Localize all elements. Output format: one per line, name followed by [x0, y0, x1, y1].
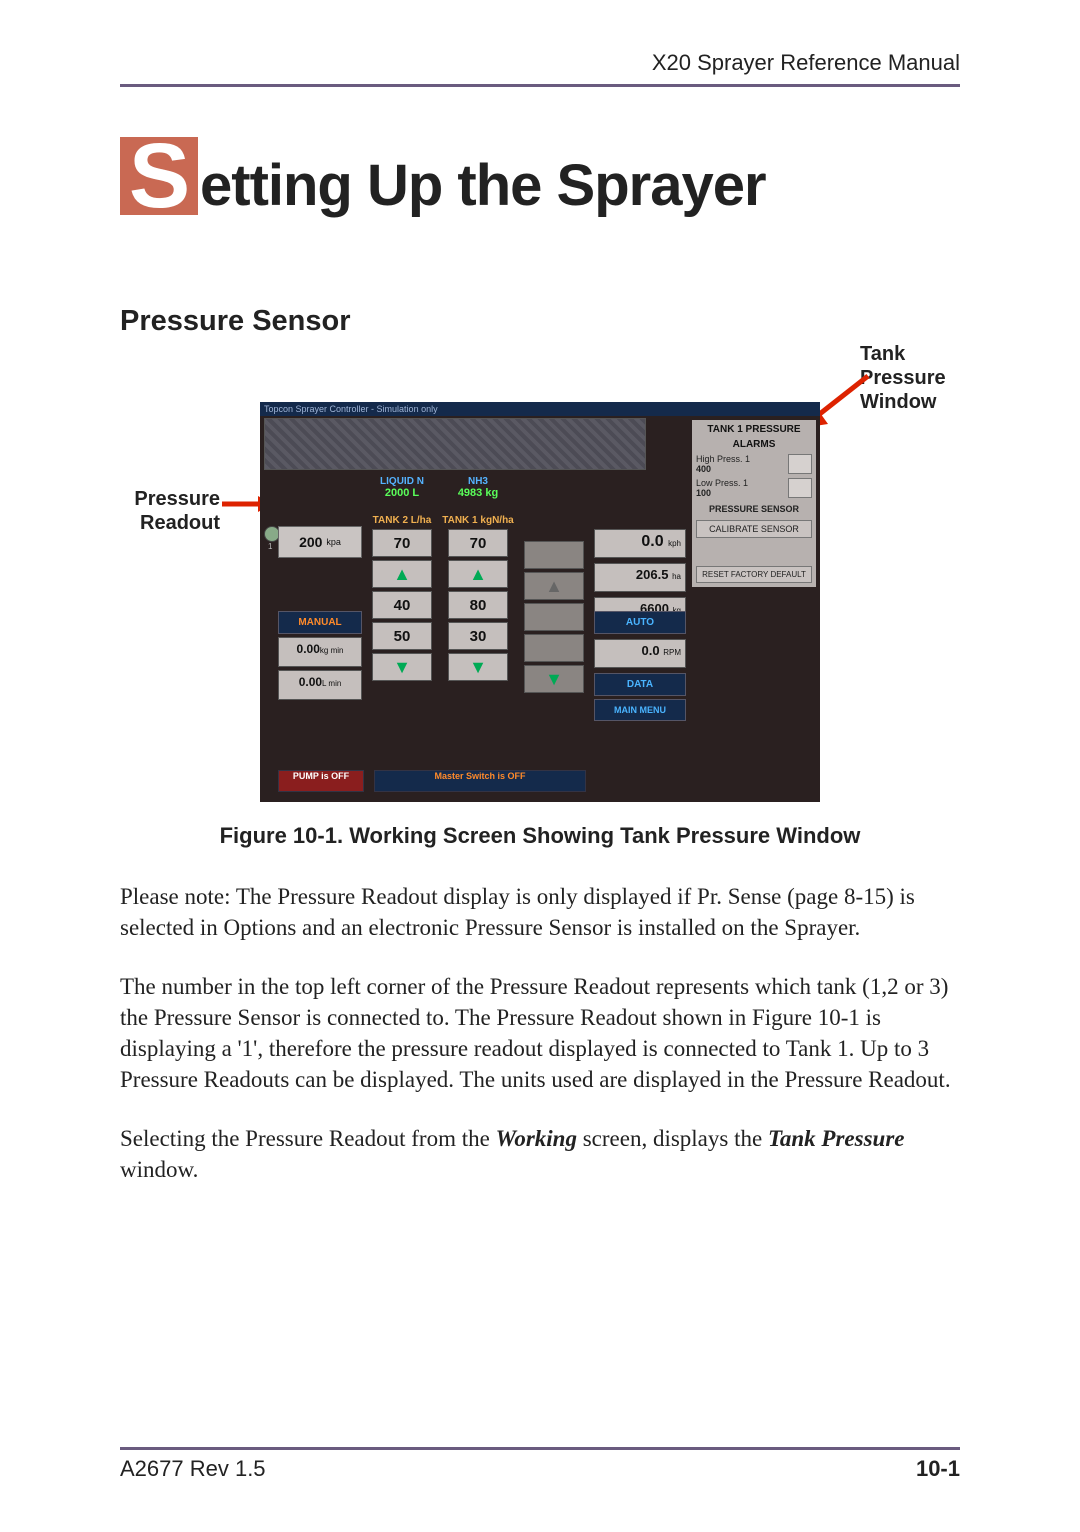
running-header: X20 Sprayer Reference Manual: [120, 50, 960, 87]
body-paragraph-1: Please note: The Pressure Readout displa…: [120, 881, 960, 943]
tank3-down-button: ▼: [524, 665, 584, 693]
tank1-rate-value[interactable]: 70: [448, 529, 508, 557]
data-button[interactable]: DATA: [594, 673, 686, 696]
tank1-inc2[interactable]: 30: [448, 622, 508, 650]
tank1-down-button[interactable]: ▼: [448, 653, 508, 681]
doc-revision: A2677 Rev 1.5: [120, 1456, 266, 1482]
figure-caption: Figure 10-1. Working Screen Showing Tank…: [120, 822, 960, 851]
tank2-inc2[interactable]: 50: [372, 622, 432, 650]
pump-status: PUMP is OFF: [278, 770, 364, 792]
page-footer: A2677 Rev 1.5 10-1: [120, 1447, 960, 1482]
tank2-down-button[interactable]: ▼: [372, 653, 432, 681]
tank2-rate-value[interactable]: 70: [372, 529, 432, 557]
sprayer-working-screen: Topcon Sprayer Controller - Simulation o…: [260, 402, 820, 802]
tank3-column-disabled: ▲ ▼: [518, 476, 590, 696]
flow-kg-min[interactable]: 0.00kg min: [278, 637, 362, 667]
pressure-readout-field[interactable]: 200 kpa: [278, 526, 362, 558]
callout-tank-pressure-window: Tank Pressure Window: [860, 342, 970, 414]
tank3-rate-value: [524, 541, 584, 569]
page-number: 10-1: [916, 1456, 960, 1482]
manual-button[interactable]: MANUAL: [278, 611, 362, 634]
chapter-title-rest: etting Up the Sprayer: [200, 153, 766, 218]
tank1-up-button[interactable]: ▲: [448, 560, 508, 588]
chapter-title: Setting Up the Sprayer: [120, 137, 960, 215]
panel-title-a: TANK 1 PRESSURE: [696, 424, 812, 435]
panel-title-b: ALARMS: [696, 439, 812, 450]
pressure-sensor-label: PRESSURE SENSOR: [696, 504, 812, 514]
right-controls: AUTO 0.0 RPM DATA MAIN MENU: [594, 608, 686, 724]
flow-l-min[interactable]: 0.00L min: [278, 670, 362, 700]
auto-button[interactable]: AUTO: [594, 611, 686, 634]
chapter-dropcap: S: [120, 137, 198, 215]
callout-pressure-readout: Pressure Readout: [110, 487, 220, 535]
tank1-column: NH3 4983 kg TANK 1 kgN/ha 70 ▲ 80 30 ▼: [442, 476, 514, 684]
tank3-up-button: ▲: [524, 572, 584, 600]
body-paragraph-3: Selecting the Pressure Readout from the …: [120, 1123, 960, 1185]
left-controls: MANUAL 0.00kg min 0.00L min: [278, 608, 362, 703]
main-menu-button[interactable]: MAIN MENU: [594, 699, 686, 721]
body-paragraph-2: The number in the top left corner of the…: [120, 971, 960, 1095]
figure-wrap: Pressure Readout Tank Pressure Window To…: [120, 352, 960, 792]
tank1-inc1[interactable]: 80: [448, 591, 508, 619]
boom-sections-off-icon: [264, 418, 646, 470]
reset-factory-default-button[interactable]: RESET FACTORY DEFAULT: [696, 566, 812, 583]
section-title: Pressure Sensor: [120, 305, 960, 338]
high-pressure-toggle[interactable]: [788, 454, 812, 474]
window-titlebar: Topcon Sprayer Controller - Simulation o…: [260, 402, 820, 416]
tank2-column: LIQUID N 2000 L TANK 2 L/ha 70 ▲ 40 50 ▼: [366, 476, 438, 684]
area-readout[interactable]: 206.5 ha: [594, 563, 686, 592]
speed-readout[interactable]: 0.0 kph: [594, 529, 686, 558]
calibrate-sensor-button[interactable]: CALIBRATE SENSOR: [696, 520, 812, 538]
tank2-inc1[interactable]: 40: [372, 591, 432, 619]
tank-pressure-window-panel: TANK 1 PRESSURE ALARMS High Press. 1400 …: [692, 420, 816, 587]
low-pressure-toggle[interactable]: [788, 478, 812, 498]
master-switch-status: Master Switch is OFF: [374, 770, 586, 792]
rpm-readout[interactable]: 0.0 RPM: [594, 639, 686, 668]
tank2-up-button[interactable]: ▲: [372, 560, 432, 588]
